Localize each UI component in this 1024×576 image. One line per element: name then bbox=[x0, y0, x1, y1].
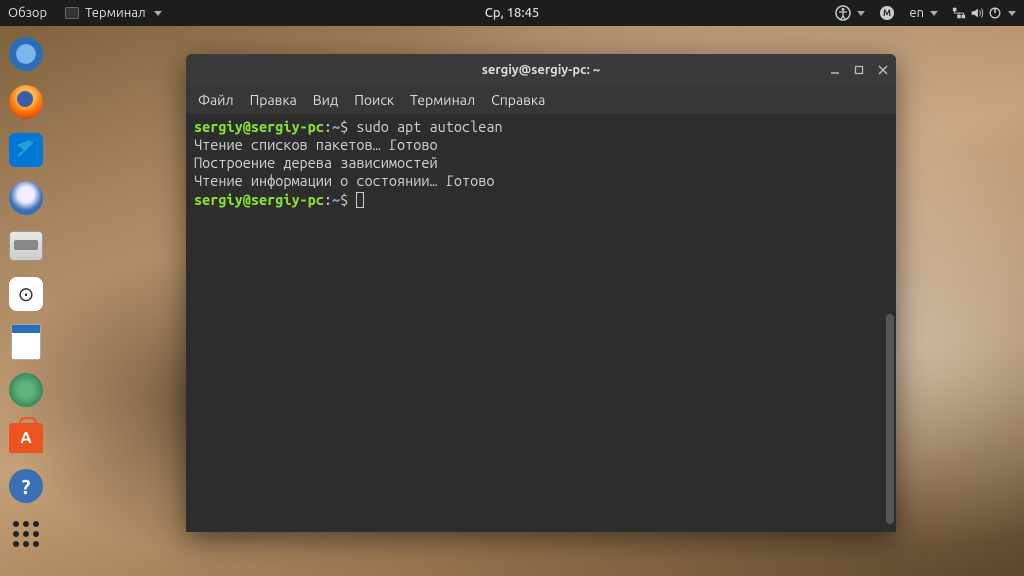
menu-search[interactable]: Поиск bbox=[354, 92, 394, 108]
dock-help[interactable]: ? bbox=[6, 466, 46, 506]
terminal-window: sergiy@sergiy-pc: ~ Файл Правка Вид Поис… bbox=[186, 54, 896, 532]
dock-vscode[interactable] bbox=[6, 130, 46, 170]
chevron-down-icon bbox=[857, 11, 865, 16]
dock-writer[interactable] bbox=[6, 322, 46, 362]
atom-icon bbox=[9, 373, 43, 407]
svg-text:M: M bbox=[883, 8, 891, 18]
app-menu-label: Терминал bbox=[85, 6, 145, 20]
activities-button[interactable]: Обзор bbox=[8, 6, 47, 20]
prompt-path: ~ bbox=[332, 191, 340, 208]
dock-software[interactable] bbox=[6, 418, 46, 458]
terminal-output-line: Чтение списков пакетов… Готово bbox=[194, 136, 438, 153]
terminal-scrollbar[interactable] bbox=[886, 314, 894, 524]
files-icon bbox=[9, 231, 43, 261]
launcher-dock: ⊙ ? bbox=[0, 26, 52, 576]
menu-file[interactable]: Файл bbox=[198, 92, 234, 108]
mega-indicator[interactable]: M bbox=[879, 5, 895, 21]
chevron-down-icon bbox=[1008, 11, 1016, 16]
terminal-menubar: Файл Правка Вид Поиск Терминал Справка bbox=[186, 86, 896, 114]
top-bar: Обзор Терминал Ср, 18:45 M en bbox=[0, 0, 1024, 26]
terminal-output-line: Построение дерева зависимостей bbox=[194, 154, 438, 171]
close-icon bbox=[878, 65, 888, 75]
apps-grid-icon bbox=[9, 517, 43, 551]
prompt-sep: : bbox=[324, 191, 332, 208]
dock-chromium[interactable] bbox=[6, 34, 46, 74]
clock[interactable]: Ср, 18:45 bbox=[485, 6, 540, 20]
prompt-user-host: sergiy@sergiy-pc bbox=[194, 191, 324, 208]
terminal-command-1: sudo apt autoclean bbox=[348, 118, 502, 135]
menu-terminal[interactable]: Терминал bbox=[410, 92, 475, 108]
system-menu[interactable] bbox=[952, 6, 1016, 20]
chevron-down-icon bbox=[154, 11, 162, 16]
network-icon bbox=[952, 6, 966, 20]
dock-show-apps[interactable] bbox=[6, 514, 46, 554]
prompt-symbol: $ bbox=[340, 191, 348, 208]
chevron-down-icon bbox=[930, 11, 938, 16]
help-icon: ? bbox=[9, 469, 43, 503]
terminal-viewport[interactable]: sergiy@sergiy-pc:~$ sudo apt autoclean Ч… bbox=[186, 114, 896, 532]
thunderbird-icon bbox=[9, 181, 43, 215]
dock-firefox[interactable] bbox=[6, 82, 46, 122]
language-indicator[interactable]: en bbox=[909, 6, 938, 20]
window-minimize-button[interactable] bbox=[828, 63, 842, 77]
menu-view[interactable]: Вид bbox=[313, 92, 338, 108]
software-center-icon bbox=[9, 423, 43, 453]
menu-help[interactable]: Справка bbox=[491, 92, 545, 108]
maximize-icon bbox=[854, 65, 864, 75]
prompt-user-host: sergiy@sergiy-pc bbox=[194, 118, 324, 135]
vscode-icon bbox=[9, 133, 43, 167]
writer-icon bbox=[11, 324, 41, 360]
dock-files[interactable] bbox=[6, 226, 46, 266]
dock-thunderbird[interactable] bbox=[6, 178, 46, 218]
menu-edit[interactable]: Правка bbox=[250, 92, 297, 108]
window-close-button[interactable] bbox=[876, 63, 890, 77]
terminal-mini-icon bbox=[65, 7, 79, 19]
terminal-output-line: Чтение информации о состоянии… Готово bbox=[194, 172, 494, 189]
mega-icon: M bbox=[879, 5, 895, 21]
window-title: sergiy@sergiy-pc: ~ bbox=[482, 63, 600, 77]
power-icon bbox=[988, 6, 1002, 20]
terminal-cursor bbox=[356, 192, 364, 208]
window-titlebar[interactable]: sergiy@sergiy-pc: ~ bbox=[186, 54, 896, 86]
prompt-sep: : bbox=[324, 118, 332, 135]
window-maximize-button[interactable] bbox=[852, 63, 866, 77]
minimize-icon bbox=[830, 65, 840, 75]
volume-icon bbox=[970, 6, 984, 20]
dock-transmission[interactable]: ⊙ bbox=[6, 274, 46, 314]
transmission-icon: ⊙ bbox=[9, 277, 43, 311]
language-label: en bbox=[909, 6, 924, 20]
prompt-path: ~ bbox=[332, 118, 340, 135]
accessibility-menu[interactable] bbox=[835, 5, 865, 21]
chromium-icon bbox=[9, 37, 43, 71]
accessibility-icon bbox=[835, 5, 851, 21]
dock-atom[interactable] bbox=[6, 370, 46, 410]
app-menu-button[interactable]: Терминал bbox=[59, 4, 167, 22]
firefox-icon bbox=[9, 85, 43, 119]
